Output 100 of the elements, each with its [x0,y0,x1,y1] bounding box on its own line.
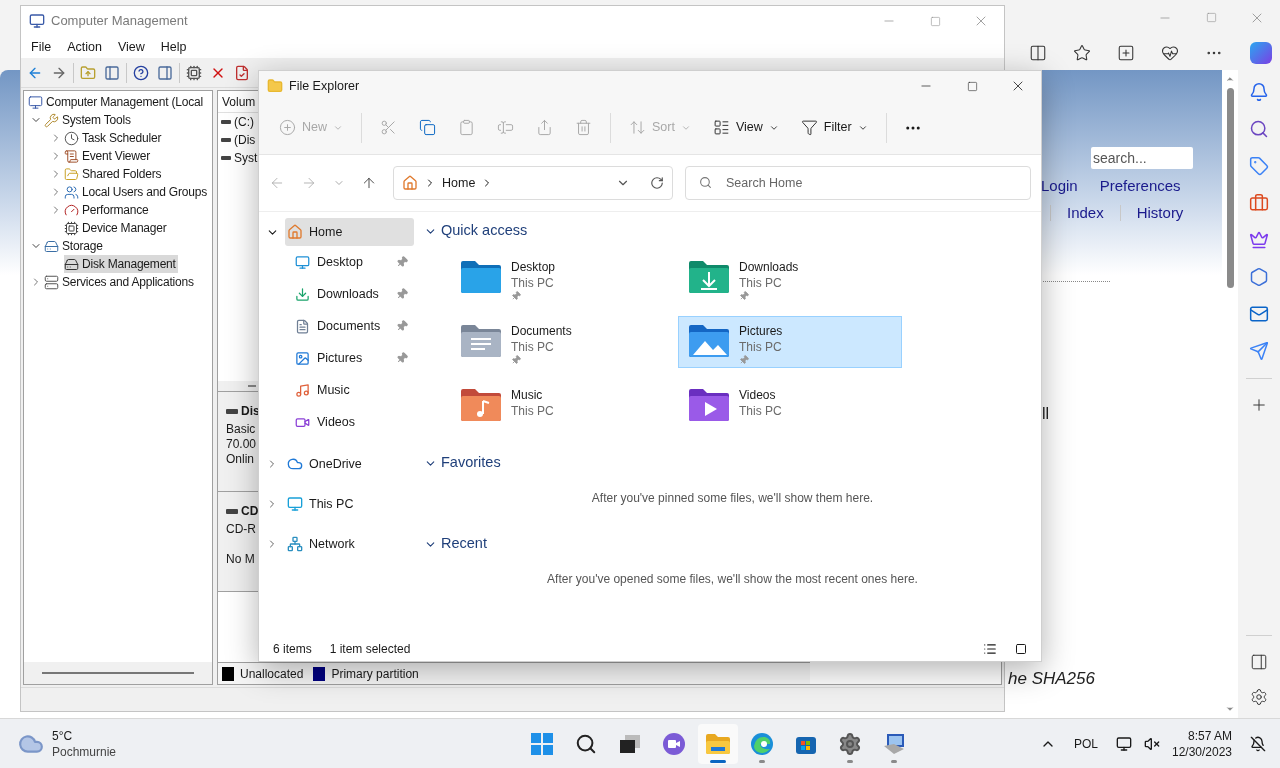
settings-icon[interactable] [1250,688,1268,706]
clock-icon [64,130,79,146]
disk-info: Onlin [226,451,254,465]
refresh-icon[interactable] [650,176,664,190]
sort-icon [629,119,646,136]
maximize-icon[interactable] [966,80,978,92]
nav-link[interactable]: Login [1041,175,1078,198]
section-header[interactable]: Recent [424,531,1041,557]
notifications-icon[interactable] [1250,735,1266,752]
tree-item[interactable]: System Tools [44,111,133,129]
tree-item[interactable]: Device Manager [64,219,169,237]
nav-link[interactable]: Preferences [1099,175,1181,198]
folder-name: Downloads [739,259,799,275]
server-icon [44,274,59,290]
view-button[interactable]: View [702,110,789,145]
nav-item[interactable]: Documents [259,310,414,342]
start-icon [530,731,554,756]
nav-item[interactable]: Pictures [259,342,414,374]
folder-item[interactable]: Videos This PC [678,380,902,432]
section-header[interactable]: Favorites [424,450,1041,476]
tiles-view-icon[interactable] [1015,643,1027,655]
network-icon[interactable] [1115,735,1132,752]
folder-name: Desktop [511,259,556,275]
running-indicator [847,759,853,763]
bell-icon[interactable] [1249,82,1269,102]
send-icon[interactable] [1249,341,1269,361]
tag-icon[interactable] [1249,156,1269,176]
nav-item[interactable]: This PC [285,490,414,518]
running-indicator [759,759,765,763]
volume-name: (Dis [234,132,256,149]
document-icon [295,318,310,334]
scroll-down-icon[interactable] [1225,704,1235,714]
drive-icon [221,156,231,160]
folder-name: Pictures [739,323,783,339]
menu-item[interactable]: File [23,37,60,57]
folder-icon [64,166,79,182]
search-field[interactable]: Search Home [685,166,1031,200]
folder-item[interactable]: Desktop This PC [450,252,674,304]
legend-label: Primary partition [331,665,419,683]
section-header[interactable]: Quick access [424,218,1041,244]
folder-location: This PC [511,339,555,355]
add-icon[interactable] [1250,396,1268,414]
weather-widget[interactable]: 5°C Pochmurnie [18,727,117,760]
filter-button[interactable]: Filter [790,110,878,145]
cloud-icon [287,456,303,472]
mail-icon[interactable] [1249,304,1269,324]
tree-item[interactable]: Performance [64,201,151,219]
search-field[interactable]: search... [1091,147,1193,169]
home-icon [287,224,303,240]
column-header[interactable]: Volum [222,92,256,111]
nav-link[interactable]: History [1136,201,1184,224]
nav-item[interactable]: Downloads [259,278,414,310]
folder-location: This PC [739,403,782,419]
nav-item[interactable]: Desktop [259,246,414,278]
scroll-up-icon[interactable] [1225,74,1235,84]
tree-item[interactable]: Task Scheduler [64,129,164,147]
scrollbar-thumb[interactable] [1226,88,1234,288]
folder-name: Music [511,387,544,403]
tree-item[interactable]: Services and Applications [44,273,196,291]
computer-icon [28,94,43,110]
monitor-icon [287,496,303,512]
nav-item[interactable]: OneDrive [285,450,414,478]
folder-icon [687,323,731,359]
menu-item[interactable]: View [109,37,153,57]
empty-message: After you've pinned some files, we'll show them here. [591,490,874,507]
clock[interactable]: 8:57 AM 12/30/2023 [1171,727,1232,760]
nav-item[interactable]: Home [285,218,414,246]
page-text: ll [1042,404,1051,424]
details-view-icon[interactable] [983,642,997,656]
folder-item[interactable]: Music This PC [450,380,674,432]
language-indicator[interactable]: POL [1073,734,1098,753]
folder-location: This PC [511,275,555,291]
tree-item[interactable]: Disk Management [64,255,178,273]
tree-item[interactable]: Storage [44,237,105,255]
toolbox-icon[interactable] [1249,193,1269,213]
search-icon[interactable] [1249,119,1269,139]
disk-info: CD-R [226,521,256,535]
tree-item[interactable]: Event Viewer [64,147,153,165]
breadcrumb[interactable]: Home [442,173,476,193]
address-bar[interactable]: Home [393,166,673,200]
folder-item[interactable]: Downloads This PC [678,252,902,304]
drive-icon [221,138,231,142]
status-text: 1 item selected [329,641,411,658]
menu-item[interactable]: Action [59,37,110,57]
tree-item[interactable]: Local Users and Groups [64,183,209,201]
hexagon-icon[interactable] [1249,267,1269,287]
folder-item[interactable]: Pictures This PC [678,316,902,368]
folder-item[interactable]: Documents This PC [450,316,674,368]
copilot-icon[interactable] [1250,41,1272,64]
nav-item[interactable]: Music [259,374,414,406]
folder-icon [687,259,731,295]
tree-item[interactable]: Shared Folders [64,165,164,183]
menu-item[interactable]: Help [152,37,195,57]
copy-icon[interactable] [419,119,436,136]
side-panel-icon[interactable] [1250,653,1268,671]
nav-item[interactable]: Videos [259,406,414,438]
tree-item[interactable]: Computer Management (Local [28,93,205,111]
muted-speaker-icon[interactable] [1143,735,1160,752]
nav-link[interactable]: Index [1067,201,1104,224]
nav-item[interactable]: Network [285,530,414,558]
